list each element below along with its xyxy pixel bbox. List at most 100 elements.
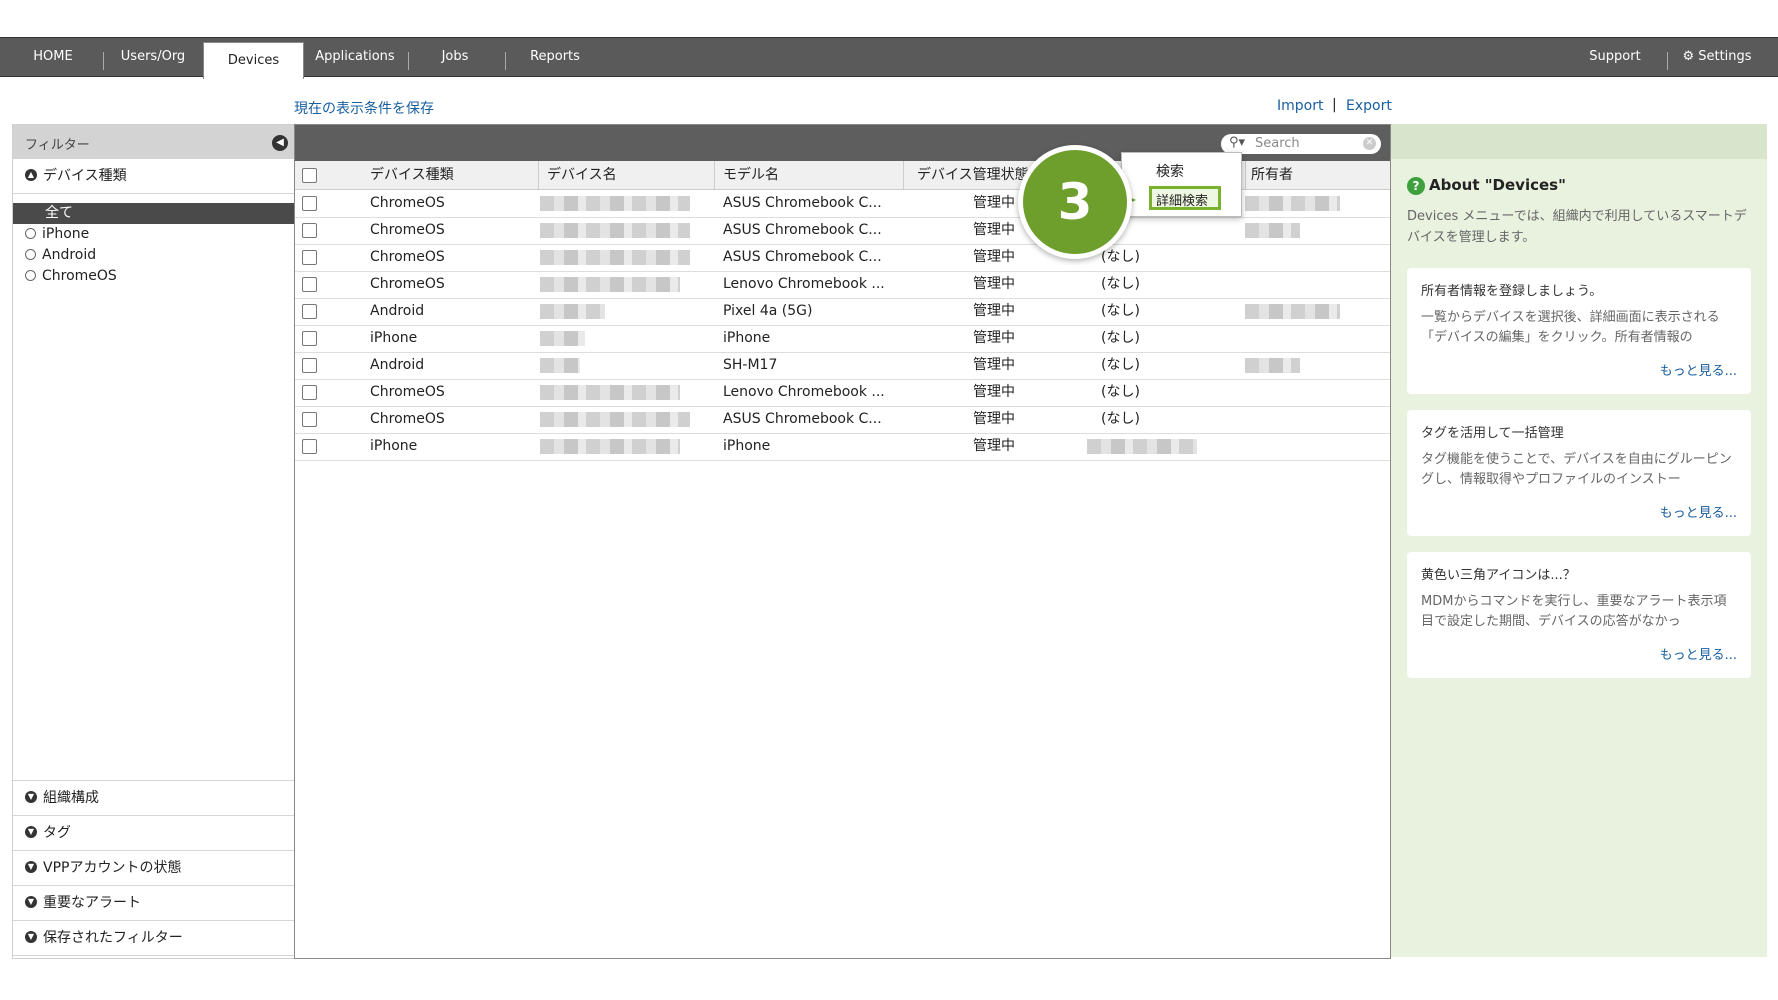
- search-box[interactable]: ⚲▾ Search ✕: [1221, 134, 1381, 154]
- row-checkbox[interactable]: [302, 223, 317, 238]
- management-status-cell: 管理中: [973, 384, 1015, 400]
- export-link[interactable]: Export: [1346, 98, 1392, 114]
- collapse-sidebar-icon[interactable]: ◀: [272, 135, 288, 151]
- tab-applications[interactable]: Applications: [312, 38, 398, 76]
- row-checkbox[interactable]: [302, 277, 317, 292]
- clear-search-icon[interactable]: ✕: [1363, 137, 1376, 150]
- col-divider: [538, 161, 539, 189]
- radio-dot-icon: [25, 269, 36, 281]
- tab-home[interactable]: HOME: [18, 38, 88, 76]
- owner-redacted: [1245, 304, 1340, 319]
- gear-icon: ⚙: [1682, 49, 1695, 64]
- radio-dot-icon: [25, 227, 36, 239]
- section-saved-filters[interactable]: ▼ 保存されたフィルター: [13, 920, 294, 956]
- section-alerts[interactable]: ▼ 重要なアラート: [13, 885, 294, 921]
- device-type-cell: ChromeOS: [370, 276, 445, 292]
- search-icon[interactable]: ⚲▾: [1229, 135, 1245, 150]
- help-card-body: 一覧からデバイスを選択後、詳細画面に表示される「デバイスの編集」をクリック。所有…: [1421, 310, 1720, 345]
- device-name-redacted: [540, 358, 580, 373]
- settings-link[interactable]: ⚙ Settings: [1682, 38, 1752, 76]
- chevron-down-icon: ▼: [25, 896, 37, 908]
- radio-dot-icon: [25, 248, 36, 260]
- device-type-label: Android: [42, 247, 97, 263]
- col-divider: [903, 161, 904, 189]
- col-owner[interactable]: 所有者: [1251, 161, 1293, 189]
- model-name-cell: iPhone: [723, 438, 771, 454]
- col-model-name[interactable]: モデル名: [723, 161, 779, 189]
- menu-item-search[interactable]: 検索: [1156, 161, 1184, 181]
- col-divider: [714, 161, 715, 189]
- help-intro: Devices メニューでは、組織内で利用しているスマートデバイスを管理します。: [1407, 209, 1747, 245]
- row-checkbox[interactable]: [302, 304, 317, 319]
- help-title-row: ? About "Devices": [1407, 176, 1566, 195]
- menu-item-advanced-search[interactable]: 詳細検索: [1149, 186, 1221, 210]
- extra-cell: (なし): [1101, 330, 1140, 346]
- section-vpp[interactable]: ▼ VPPアカウントの状態: [13, 850, 294, 886]
- col-device-name[interactable]: デバイス名: [547, 161, 617, 189]
- management-status-cell: 管理中: [973, 222, 1015, 238]
- section-tag[interactable]: ▼ タグ: [13, 815, 294, 851]
- management-status-cell: 管理中: [973, 276, 1015, 292]
- help-title: About "Devices": [1429, 176, 1566, 194]
- management-status-cell: 管理中: [973, 411, 1015, 427]
- table-row[interactable]: ChromeOS ASUS Chromebook C... 管理中 (なし): [295, 406, 1390, 434]
- table-row[interactable]: ChromeOS ASUS Chromebook C... 管理中: [295, 217, 1390, 245]
- import-link[interactable]: Import: [1277, 98, 1323, 114]
- section-label: 保存されたフィルター: [43, 930, 183, 946]
- model-name-cell: ASUS Chromebook C...: [723, 195, 882, 211]
- device-type-android[interactable]: Android: [13, 245, 294, 266]
- help-card: 黄色い三角アイコンは...？ MDMからコマンドを実行し、重要なアラート表示項目…: [1407, 552, 1751, 678]
- row-checkbox[interactable]: [302, 196, 317, 211]
- save-view-link[interactable]: 現在の表示条件を保存: [294, 98, 434, 118]
- device-name-redacted: [540, 223, 690, 238]
- management-status-cell: 管理中: [973, 303, 1015, 319]
- extra-cell: (なし): [1101, 411, 1140, 427]
- chevron-down-icon: ▼: [25, 861, 37, 873]
- table-row[interactable]: Android SH-M17 管理中 (なし): [295, 352, 1390, 380]
- device-type-section[interactable]: ▲ デバイス種類: [13, 159, 294, 194]
- device-type-cell: iPhone: [370, 330, 418, 346]
- device-type-iphone[interactable]: iPhone: [13, 224, 294, 245]
- device-name-redacted: [540, 196, 690, 211]
- more-link[interactable]: もっと見る...: [1660, 644, 1737, 663]
- row-checkbox[interactable]: [302, 439, 317, 454]
- select-all-checkbox[interactable]: [302, 168, 317, 183]
- col-divider: [1245, 161, 1246, 189]
- row-checkbox[interactable]: [302, 358, 317, 373]
- table-row[interactable]: ChromeOS Lenovo Chromebook ... 管理中 (なし): [295, 271, 1390, 299]
- help-card-body: MDMからコマンドを実行し、重要なアラート表示項目で設定した期間、デバイスの応答…: [1421, 594, 1727, 629]
- device-type-cell: ChromeOS: [370, 384, 445, 400]
- table-row[interactable]: iPhone iPhone 管理中: [295, 433, 1390, 461]
- step-badge: 3: [1018, 145, 1132, 259]
- row-checkbox[interactable]: [302, 412, 317, 427]
- device-type-all[interactable]: 全て: [13, 203, 294, 224]
- menu-item-label: 詳細検索: [1156, 194, 1209, 209]
- management-status-cell: 管理中: [973, 195, 1015, 211]
- tab-reports[interactable]: Reports: [522, 38, 588, 76]
- extra-redacted: [1087, 439, 1197, 454]
- device-type-chromeos[interactable]: ChromeOS: [13, 266, 294, 287]
- tab-devices[interactable]: Devices: [203, 42, 304, 79]
- more-link[interactable]: もっと見る...: [1660, 360, 1737, 379]
- device-name-redacted: [540, 331, 585, 346]
- tab-users-org[interactable]: Users/Org: [112, 38, 194, 76]
- section-label: 重要なアラート: [43, 895, 141, 911]
- help-card-title: 黄色い三角アイコンは...？: [1421, 568, 1576, 583]
- col-device-type[interactable]: デバイス種類: [370, 161, 454, 189]
- device-type-cell: Android: [370, 357, 425, 373]
- tab-jobs[interactable]: Jobs: [422, 38, 488, 76]
- management-status-cell: 管理中: [973, 249, 1015, 265]
- table-row[interactable]: iPhone iPhone 管理中 (なし): [295, 325, 1390, 353]
- help-card-body: タグ機能を使うことで、デバイスを自由にグルーピングし、情報取得やプロファイルのイ…: [1421, 452, 1732, 487]
- row-checkbox[interactable]: [302, 250, 317, 265]
- table-row[interactable]: ChromeOS Lenovo Chromebook ... 管理中 (なし): [295, 379, 1390, 407]
- row-checkbox[interactable]: [302, 385, 317, 400]
- table-row[interactable]: Android Pixel 4a (5G) 管理中 (なし): [295, 298, 1390, 326]
- section-org[interactable]: ▼ 組織構成: [13, 780, 294, 816]
- row-checkbox[interactable]: [302, 331, 317, 346]
- model-name-cell: Lenovo Chromebook ...: [723, 384, 885, 400]
- nav-divider: [408, 52, 409, 70]
- more-link[interactable]: もっと見る...: [1660, 502, 1737, 521]
- table-row[interactable]: ChromeOS ASUS Chromebook C... 管理中 (なし): [295, 244, 1390, 272]
- support-link[interactable]: Support: [1580, 38, 1650, 76]
